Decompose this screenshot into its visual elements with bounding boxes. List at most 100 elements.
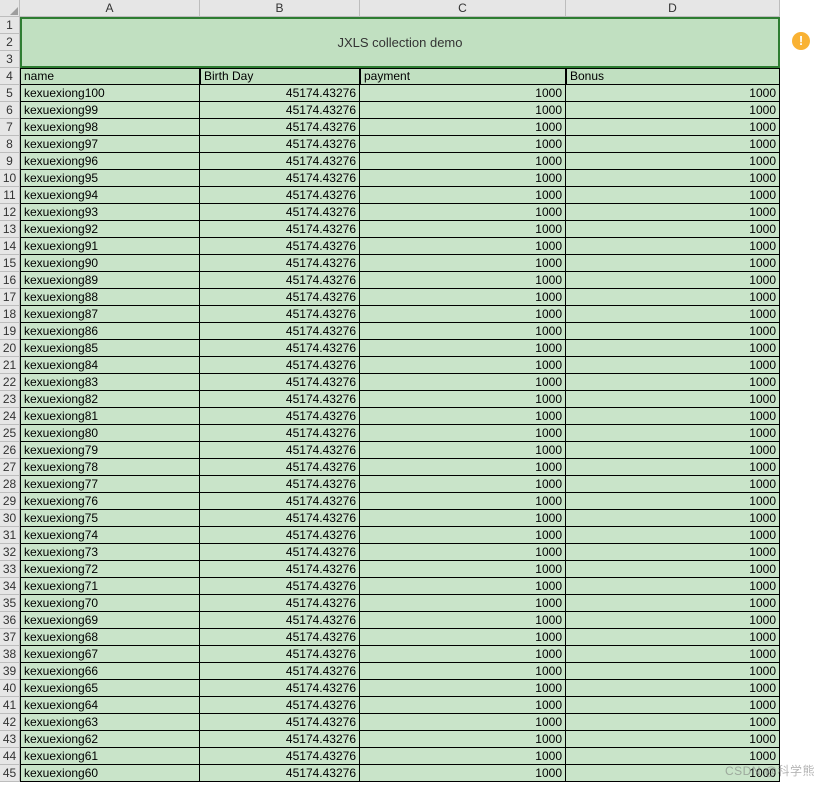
cell-birth[interactable]: 45174.43276: [200, 221, 360, 238]
cell-payment[interactable]: 1000: [360, 391, 566, 408]
cell-payment[interactable]: 1000: [360, 714, 566, 731]
row-header-37[interactable]: 37: [0, 629, 20, 646]
cell-name[interactable]: kexuexiong83: [20, 374, 200, 391]
cell-name[interactable]: kexuexiong81: [20, 408, 200, 425]
cell-payment[interactable]: 1000: [360, 442, 566, 459]
row-header-5[interactable]: 5: [0, 85, 20, 102]
cell-birth[interactable]: 45174.43276: [200, 374, 360, 391]
cell-birth[interactable]: 45174.43276: [200, 442, 360, 459]
header-birth[interactable]: Birth Day: [200, 68, 360, 85]
row-header-21[interactable]: 21: [0, 357, 20, 374]
cell-birth[interactable]: 45174.43276: [200, 136, 360, 153]
cell-payment[interactable]: 1000: [360, 748, 566, 765]
cell-birth[interactable]: 45174.43276: [200, 731, 360, 748]
row-header-38[interactable]: 38: [0, 646, 20, 663]
cell-payment[interactable]: 1000: [360, 221, 566, 238]
row-header-13[interactable]: 13: [0, 221, 20, 238]
header-name[interactable]: name: [20, 68, 200, 85]
row-header-18[interactable]: 18: [0, 306, 20, 323]
cell-payment[interactable]: 1000: [360, 289, 566, 306]
row-header-36[interactable]: 36: [0, 612, 20, 629]
cell-name[interactable]: kexuexiong66: [20, 663, 200, 680]
cell-birth[interactable]: 45174.43276: [200, 102, 360, 119]
row-header-4[interactable]: 4: [0, 68, 20, 85]
cell-name[interactable]: kexuexiong62: [20, 731, 200, 748]
cell-payment[interactable]: 1000: [360, 595, 566, 612]
cell-bonus[interactable]: 1000: [566, 697, 780, 714]
cell-bonus[interactable]: 1000: [566, 187, 780, 204]
cell-bonus[interactable]: 1000: [566, 527, 780, 544]
column-header-D[interactable]: D: [566, 0, 780, 17]
cell-name[interactable]: kexuexiong96: [20, 153, 200, 170]
row-header-28[interactable]: 28: [0, 476, 20, 493]
row-header-16[interactable]: 16: [0, 272, 20, 289]
cell-name[interactable]: kexuexiong79: [20, 442, 200, 459]
row-header-2[interactable]: 2: [0, 34, 20, 51]
row-header-40[interactable]: 40: [0, 680, 20, 697]
cell-payment[interactable]: 1000: [360, 663, 566, 680]
row-header-11[interactable]: 11: [0, 187, 20, 204]
cell-bonus[interactable]: 1000: [566, 204, 780, 221]
cell-name[interactable]: kexuexiong76: [20, 493, 200, 510]
cell-payment[interactable]: 1000: [360, 357, 566, 374]
cell-birth[interactable]: 45174.43276: [200, 612, 360, 629]
cell-birth[interactable]: 45174.43276: [200, 170, 360, 187]
row-header-3[interactable]: 3: [0, 51, 20, 68]
cell-name[interactable]: kexuexiong72: [20, 561, 200, 578]
cell-birth[interactable]: 45174.43276: [200, 663, 360, 680]
cell-bonus[interactable]: 1000: [566, 612, 780, 629]
cell-payment[interactable]: 1000: [360, 629, 566, 646]
cell-payment[interactable]: 1000: [360, 493, 566, 510]
cell-name[interactable]: kexuexiong73: [20, 544, 200, 561]
cell-bonus[interactable]: 1000: [566, 221, 780, 238]
cell-birth[interactable]: 45174.43276: [200, 85, 360, 102]
cell-bonus[interactable]: 1000: [566, 255, 780, 272]
cell-payment[interactable]: 1000: [360, 272, 566, 289]
row-header-22[interactable]: 22: [0, 374, 20, 391]
row-header-9[interactable]: 9: [0, 153, 20, 170]
row-header-34[interactable]: 34: [0, 578, 20, 595]
cell-name[interactable]: kexuexiong74: [20, 527, 200, 544]
cell-payment[interactable]: 1000: [360, 544, 566, 561]
cell-payment[interactable]: 1000: [360, 153, 566, 170]
cell-birth[interactable]: 45174.43276: [200, 119, 360, 136]
cell-bonus[interactable]: 1000: [566, 85, 780, 102]
cell-payment[interactable]: 1000: [360, 119, 566, 136]
cell-birth[interactable]: 45174.43276: [200, 493, 360, 510]
cell-birth[interactable]: 45174.43276: [200, 255, 360, 272]
cell-bonus[interactable]: 1000: [566, 476, 780, 493]
row-header-7[interactable]: 7: [0, 119, 20, 136]
cell-birth[interactable]: 45174.43276: [200, 527, 360, 544]
cell-birth[interactable]: 45174.43276: [200, 595, 360, 612]
cell-bonus[interactable]: 1000: [566, 510, 780, 527]
cell-name[interactable]: kexuexiong68: [20, 629, 200, 646]
cell-birth[interactable]: 45174.43276: [200, 544, 360, 561]
cell-payment[interactable]: 1000: [360, 136, 566, 153]
row-header-20[interactable]: 20: [0, 340, 20, 357]
cell-payment[interactable]: 1000: [360, 85, 566, 102]
cell-birth[interactable]: 45174.43276: [200, 153, 360, 170]
cell-payment[interactable]: 1000: [360, 680, 566, 697]
cell-name[interactable]: kexuexiong70: [20, 595, 200, 612]
cell-birth[interactable]: 45174.43276: [200, 272, 360, 289]
cell-name[interactable]: kexuexiong86: [20, 323, 200, 340]
cell-payment[interactable]: 1000: [360, 408, 566, 425]
cell-birth[interactable]: 45174.43276: [200, 510, 360, 527]
cell-bonus[interactable]: 1000: [566, 442, 780, 459]
cell-birth[interactable]: 45174.43276: [200, 765, 360, 782]
cell-bonus[interactable]: 1000: [566, 340, 780, 357]
row-header-8[interactable]: 8: [0, 136, 20, 153]
cell-bonus[interactable]: 1000: [566, 153, 780, 170]
cell-payment[interactable]: 1000: [360, 476, 566, 493]
cell-bonus[interactable]: 1000: [566, 289, 780, 306]
cell-birth[interactable]: 45174.43276: [200, 629, 360, 646]
cell-name[interactable]: kexuexiong75: [20, 510, 200, 527]
cell-payment[interactable]: 1000: [360, 374, 566, 391]
cell-bonus[interactable]: 1000: [566, 119, 780, 136]
cell-bonus[interactable]: 1000: [566, 578, 780, 595]
cell-payment[interactable]: 1000: [360, 561, 566, 578]
cell-name[interactable]: kexuexiong63: [20, 714, 200, 731]
cell-birth[interactable]: 45174.43276: [200, 238, 360, 255]
cell-name[interactable]: kexuexiong95: [20, 170, 200, 187]
cell-bonus[interactable]: 1000: [566, 391, 780, 408]
